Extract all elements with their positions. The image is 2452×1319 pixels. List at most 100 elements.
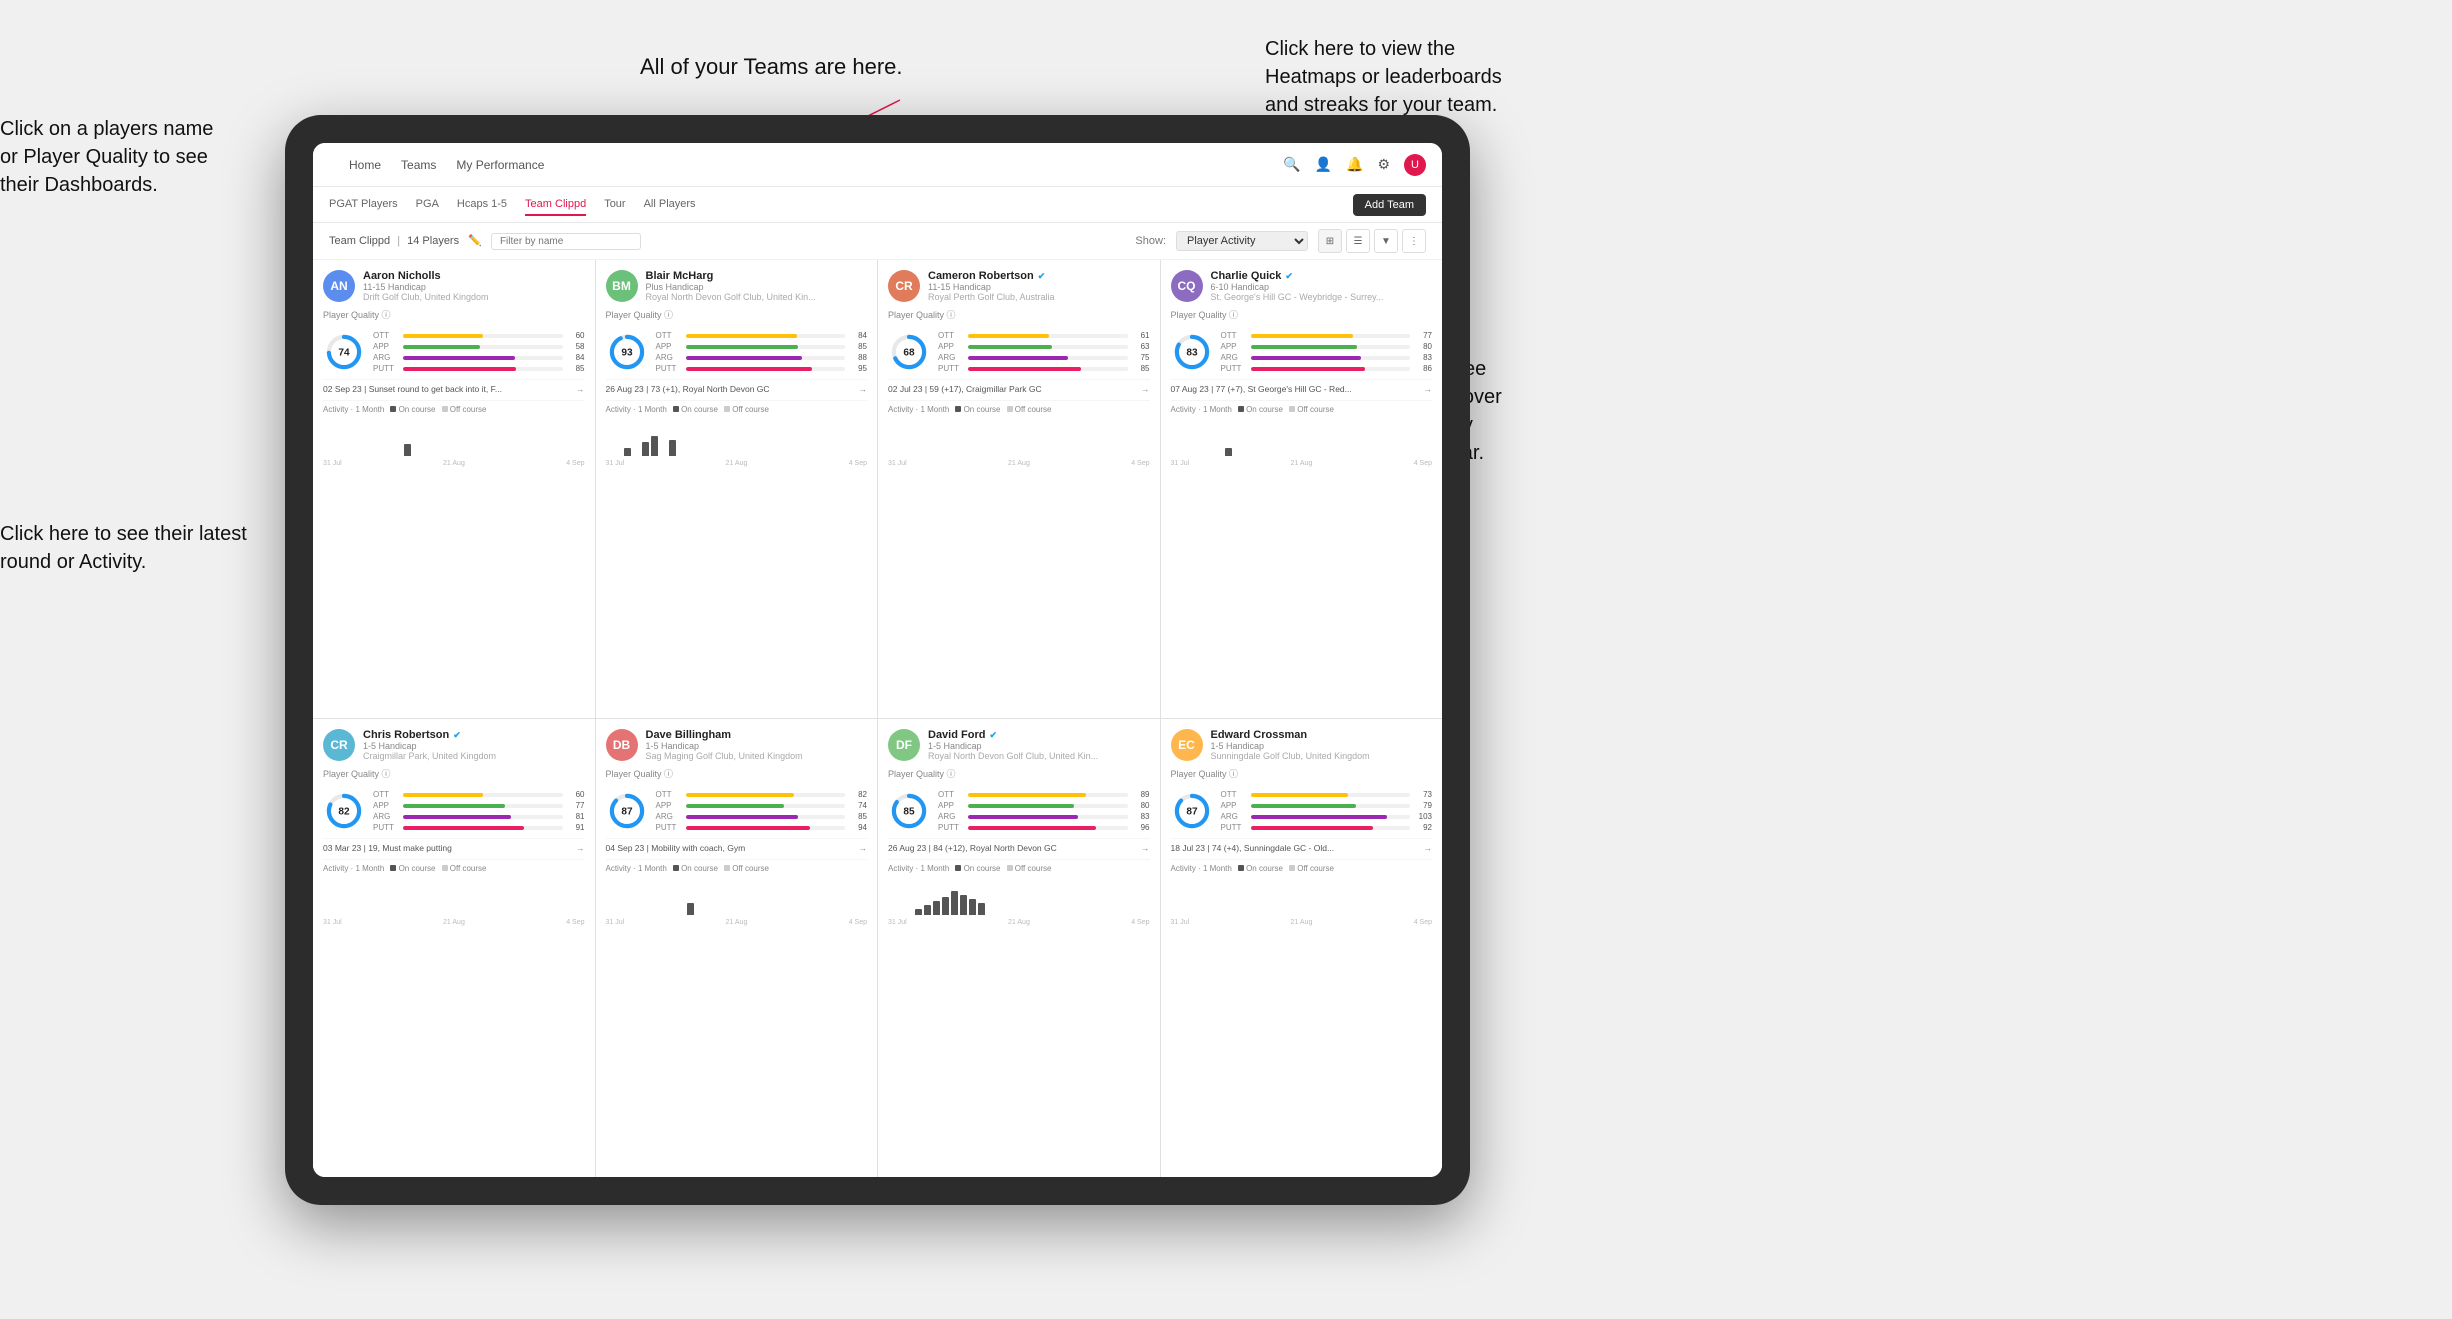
svg-text:85: 85 xyxy=(903,806,915,817)
latest-round[interactable]: 02 Jul 23 | 59 (+17), Craigmillar Park G… xyxy=(888,379,1150,394)
stat-bar-container xyxy=(686,345,846,349)
svg-text:74: 74 xyxy=(338,347,350,358)
quality-score-circle[interactable]: 83 xyxy=(1171,331,1213,373)
stat-bar xyxy=(968,793,1086,797)
latest-round-arrow: → xyxy=(576,384,585,394)
stat-bar-container xyxy=(968,334,1128,338)
filter-button[interactable]: ▼ xyxy=(1374,229,1398,253)
sub-nav-pgat[interactable]: PGAT Players xyxy=(329,194,398,216)
stat-value: 89 xyxy=(1132,790,1150,799)
player-name[interactable]: Dave Billingham xyxy=(646,729,868,741)
stat-row: ARG 88 xyxy=(656,353,868,362)
date-end: 4 Sep xyxy=(566,460,584,467)
search-icon[interactable]: 🔍 xyxy=(1283,156,1300,173)
quality-stats: OTT 89 APP 80 ARG 83 PUTT 9 xyxy=(938,790,1150,832)
latest-round[interactable]: 26 Aug 23 | 84 (+12), Royal North Devon … xyxy=(888,838,1150,853)
quality-score-circle[interactable]: 82 xyxy=(323,790,365,832)
chart-bar xyxy=(642,442,649,456)
player-name[interactable]: Edward Crossman xyxy=(1211,729,1433,741)
stat-label: OTT xyxy=(938,790,964,799)
stat-bar-container xyxy=(403,804,563,808)
player-header: DF David Ford ✔ 1-5 Handicap Royal North… xyxy=(888,729,1150,761)
quality-stats: OTT 77 APP 80 ARG 83 PUTT 8 xyxy=(1221,331,1433,373)
latest-round[interactable]: 18 Jul 23 | 74 (+4), Sunningdale GC - Ol… xyxy=(1171,838,1433,853)
player-quality-section: 74 OTT 60 APP 58 ARG 84 xyxy=(323,331,585,373)
player-handicap: 6-10 Handicap xyxy=(1211,282,1433,292)
add-team-button[interactable]: Add Team xyxy=(1353,194,1426,216)
activity-label: Activity · 1 Month On course Off course xyxy=(1171,405,1433,414)
latest-round[interactable]: 07 Aug 23 | 77 (+7), St George's Hill GC… xyxy=(1171,379,1433,394)
activity-chart xyxy=(1171,877,1433,917)
grid-view-button[interactable]: ⊞ xyxy=(1318,229,1342,253)
quality-score-circle[interactable]: 74 xyxy=(323,331,365,373)
stat-row: ARG 83 xyxy=(1221,353,1433,362)
sub-nav-hcaps[interactable]: Hcaps 1-5 xyxy=(457,194,507,216)
player-name[interactable]: Chris Robertson ✔ xyxy=(363,729,585,741)
date-end: 4 Sep xyxy=(566,919,584,926)
quality-score-circle[interactable]: 68 xyxy=(888,331,930,373)
stat-value: 85 xyxy=(1132,364,1150,373)
stat-bar-container xyxy=(403,356,563,360)
settings-icon[interactable]: ⚙ xyxy=(1377,156,1390,173)
stat-row: APP 74 xyxy=(656,801,868,810)
nav-link-home[interactable]: Home xyxy=(349,154,381,176)
player-name[interactable]: Aaron Nicholls xyxy=(363,270,585,282)
nav-link-teams[interactable]: Teams xyxy=(401,154,436,176)
player-name[interactable]: David Ford ✔ xyxy=(928,729,1150,741)
user-icon[interactable]: 👤 xyxy=(1315,156,1332,173)
quality-stats: OTT 82 APP 74 ARG 85 PUTT 9 xyxy=(656,790,868,832)
stat-bar xyxy=(1251,356,1361,360)
date-start: 31 Jul xyxy=(1171,460,1190,467)
annotation-teams: All of your Teams are here. xyxy=(640,52,903,83)
quality-score-circle[interactable]: 87 xyxy=(1171,790,1213,832)
player-header: CQ Charlie Quick ✔ 6-10 Handicap St. Geo… xyxy=(1171,270,1433,302)
chart-bar xyxy=(404,444,411,456)
latest-round[interactable]: 02 Sep 23 | Sunset round to get back int… xyxy=(323,379,585,394)
player-quality-section: 82 OTT 60 APP 77 ARG 81 xyxy=(323,790,585,832)
quality-score-circle[interactable]: 87 xyxy=(606,790,648,832)
stat-label: OTT xyxy=(1221,790,1247,799)
on-course-legend: On course xyxy=(673,405,718,414)
latest-round[interactable]: 26 Aug 23 | 73 (+1), Royal North Devon G… xyxy=(606,379,868,394)
stat-row: PUTT 91 xyxy=(373,823,585,832)
stat-bar-container xyxy=(403,793,563,797)
quality-label: Player Quality ⓘ xyxy=(606,308,868,321)
list-view-button[interactable]: ☰ xyxy=(1346,229,1370,253)
more-options-button[interactable]: ⋮ xyxy=(1402,229,1426,253)
bell-icon[interactable]: 🔔 xyxy=(1346,156,1363,173)
nav-link-performance[interactable]: My Performance xyxy=(456,154,544,176)
stat-bar xyxy=(403,356,515,360)
chart-bar xyxy=(978,903,985,915)
date-mid: 21 Aug xyxy=(1008,460,1030,467)
avatar-icon[interactable]: U xyxy=(1404,154,1426,176)
sub-nav-team-clippd[interactable]: Team Clippd xyxy=(525,194,586,216)
player-header: EC Edward Crossman 1-5 Handicap Sunningd… xyxy=(1171,729,1433,761)
sub-nav-all-players[interactable]: All Players xyxy=(644,194,696,216)
date-mid: 21 Aug xyxy=(1291,460,1313,467)
player-club: St. George's Hill GC - Weybridge - Surre… xyxy=(1211,292,1433,302)
stat-bar xyxy=(1251,826,1373,830)
sub-nav-pga[interactable]: PGA xyxy=(416,194,439,216)
player-name[interactable]: Blair McHarg xyxy=(646,270,868,282)
quality-score-circle[interactable]: 85 xyxy=(888,790,930,832)
stat-bar xyxy=(403,334,483,338)
team-bar-controls: Show: Player Activity Quality Score Tren… xyxy=(1135,229,1426,253)
show-select[interactable]: Player Activity Quality Score Trend xyxy=(1176,231,1308,251)
latest-round-arrow: → xyxy=(1424,843,1433,853)
stat-bar xyxy=(1251,804,1356,808)
player-name[interactable]: Cameron Robertson ✔ xyxy=(928,270,1150,282)
filter-input[interactable] xyxy=(491,233,641,250)
stat-value: 88 xyxy=(849,353,867,362)
stat-label: ARG xyxy=(938,353,964,362)
quality-score-circle[interactable]: 93 xyxy=(606,331,648,373)
quality-label: Player Quality ⓘ xyxy=(1171,308,1433,321)
player-club: Royal North Devon Golf Club, United Kin.… xyxy=(928,751,1150,761)
latest-round[interactable]: 04 Sep 23 | Mobility with coach, Gym → xyxy=(606,838,868,853)
activity-section: Activity · 1 Month On course Off course … xyxy=(606,400,868,467)
quality-stats: OTT 61 APP 63 ARG 75 PUTT 8 xyxy=(938,331,1150,373)
sub-nav-tour[interactable]: Tour xyxy=(604,194,625,216)
latest-round-arrow: → xyxy=(1424,384,1433,394)
player-name[interactable]: Charlie Quick ✔ xyxy=(1211,270,1433,282)
stat-bar xyxy=(686,804,784,808)
latest-round[interactable]: 03 Mar 23 | 19, Must make putting → xyxy=(323,838,585,853)
